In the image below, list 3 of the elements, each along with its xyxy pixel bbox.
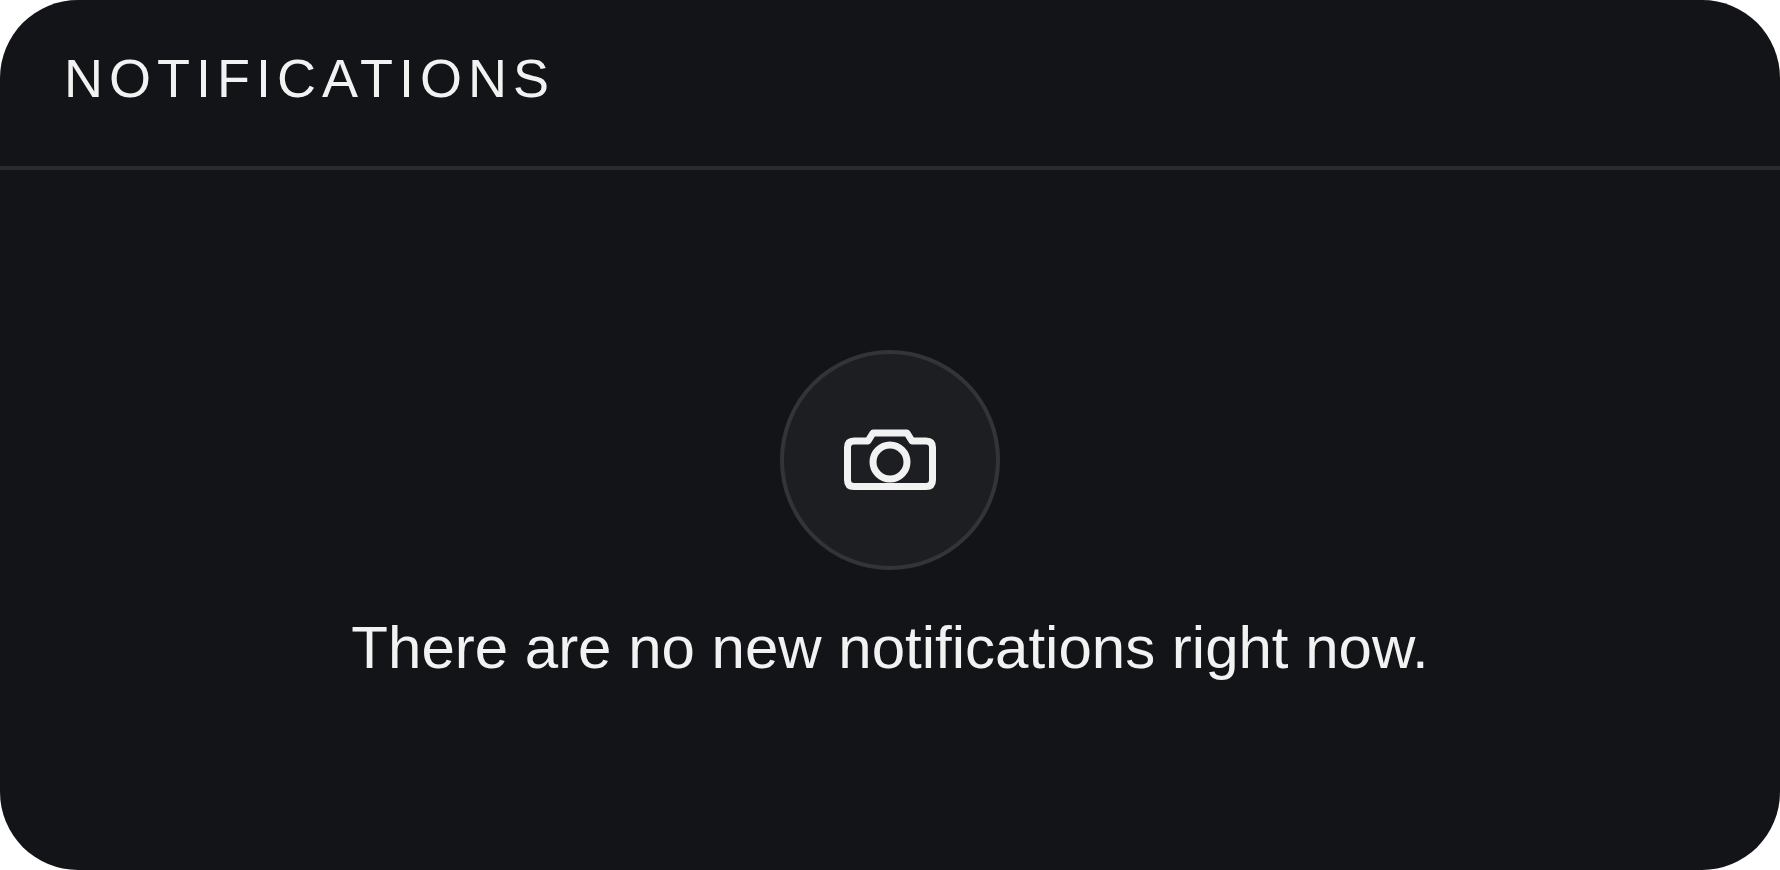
camera-icon — [780, 350, 1000, 570]
empty-message: There are no new notifications right now. — [351, 613, 1429, 683]
panel-title: NOTIFICATIONS — [64, 47, 555, 110]
